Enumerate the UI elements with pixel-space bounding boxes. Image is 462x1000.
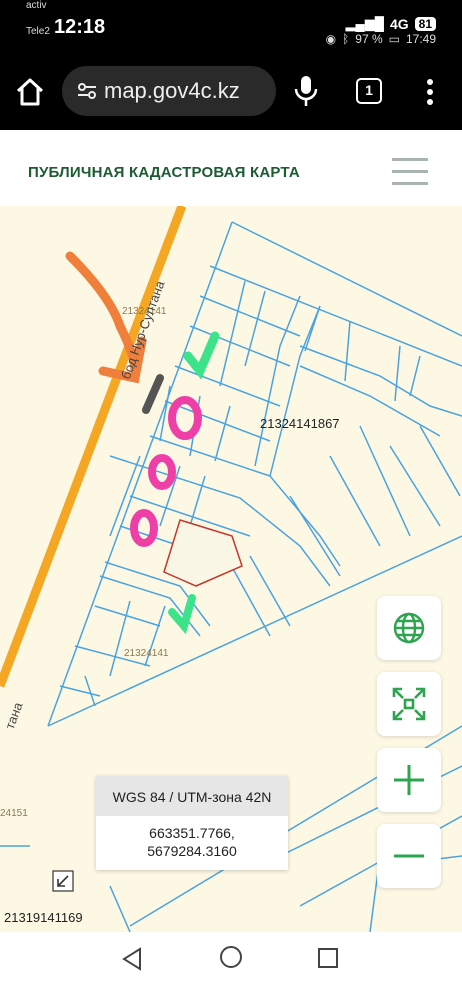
tabs-button[interactable]: 1: [356, 78, 382, 104]
block-label-left: 24151: [0, 808, 28, 819]
address-bar[interactable]: map.gov4c.kz: [62, 66, 276, 116]
url-text[interactable]: map.gov4c.kz: [104, 78, 264, 104]
status-time: 12:18: [54, 16, 106, 38]
carrier-line2: Tele2: [26, 26, 50, 37]
page-title[interactable]: ПУБЛИЧНАЯ КАДАСТРОВАЯ КАРТА: [28, 164, 300, 181]
layers-button[interactable]: [377, 596, 441, 660]
microphone-icon[interactable]: [292, 74, 320, 108]
back-icon[interactable]: [120, 946, 146, 972]
fullscreen-button[interactable]: [377, 672, 441, 736]
battery-icon: ▭: [388, 32, 400, 46]
signal-icon: ▂▄▆█: [345, 16, 384, 31]
hamburger-menu-icon[interactable]: [392, 158, 428, 188]
home-icon[interactable]: [14, 76, 46, 108]
battery-badge: 81: [414, 17, 436, 31]
globe-icon: [393, 612, 425, 644]
battery-percent: 97 %: [355, 32, 383, 46]
recents-icon[interactable]: [316, 946, 340, 970]
carrier-info: activ Tele2: [26, 0, 50, 38]
parcel-number-bottom[interactable]: 21319141169: [4, 910, 83, 925]
collapse-icon[interactable]: [52, 870, 74, 892]
status-right: ▂▄▆█ 4G 81: [346, 16, 436, 32]
coord-system-label[interactable]: WGS 84 / UTM-зона 42N: [96, 776, 288, 816]
site-settings-icon[interactable]: [76, 80, 98, 102]
bluetooth-icon: ᛒ: [342, 32, 350, 46]
clock-right: 17:49: [405, 32, 436, 46]
cadastral-map[interactable]: 21324141 21324141867 21324141 24151 2131…: [0, 206, 462, 932]
plus-icon: [394, 765, 424, 795]
zoom-in-button[interactable]: [377, 748, 441, 812]
coordinate-popup: WGS 84 / UTM-зона 42N 663351.7766, 56792…: [96, 776, 288, 870]
eye-icon: ◉: [325, 32, 337, 46]
status-second-row: ◉ ᛒ 97 % ▭ 17:49: [326, 32, 436, 46]
carrier-line1: activ: [26, 0, 47, 11]
home-nav-icon[interactable]: [218, 944, 244, 970]
coord-values: 663351.7766, 5679284.3160: [96, 816, 288, 860]
more-menu-icon[interactable]: [420, 76, 440, 108]
system-nav-bar: [0, 932, 462, 1000]
coord-y: 5679284.3160: [147, 843, 237, 859]
block-label-bottom: 21324141: [124, 648, 169, 659]
status-bar: activ Tele2 12:18 ▂▄▆█ 4G 81 ◉ ᛒ 97 % ▭ …: [0, 0, 462, 52]
coord-x: 663351.7766,: [149, 825, 235, 841]
expand-icon: [392, 687, 426, 721]
site-header: ПУБЛИЧНАЯ КАДАСТРОВАЯ КАРТА: [0, 130, 462, 206]
browser-toolbar: map.gov4c.kz 1: [0, 52, 462, 130]
zoom-out-button[interactable]: [377, 824, 441, 888]
minus-icon: [394, 854, 424, 858]
parcel-number-main[interactable]: 21324141867: [260, 416, 340, 431]
network-type: 4G: [389, 16, 409, 32]
